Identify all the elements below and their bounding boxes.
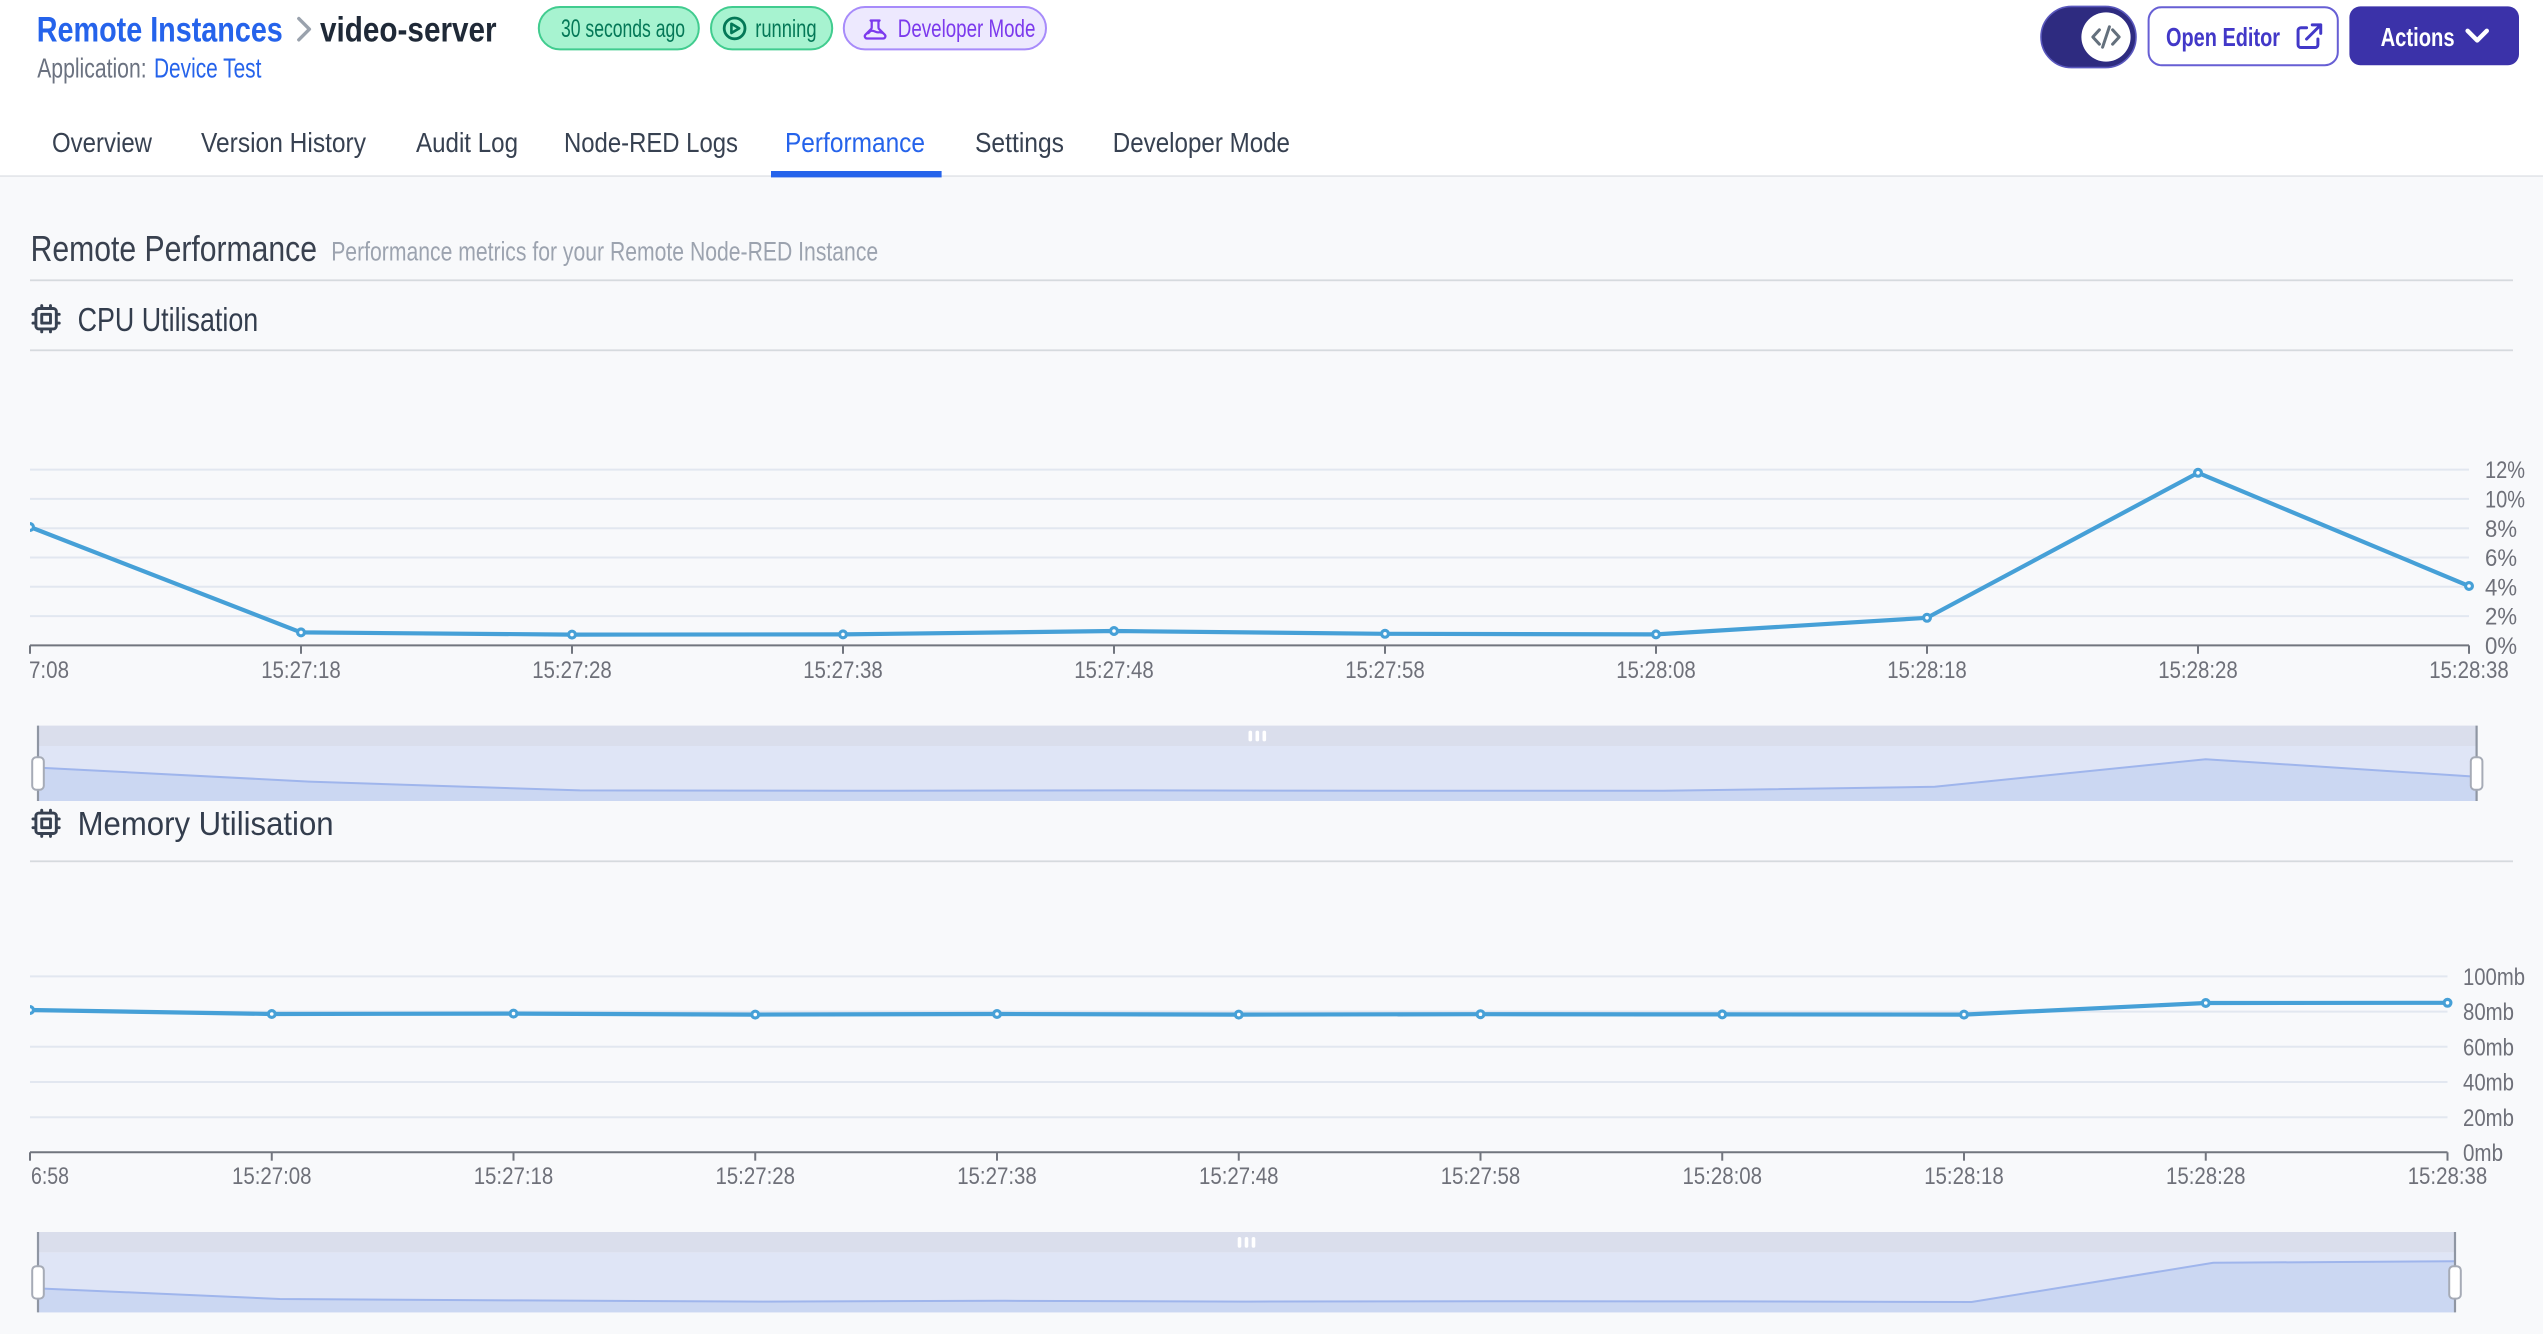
svg-text:12%: 12%: [2485, 457, 2525, 484]
svg-text:15:27:58: 15:27:58: [1441, 1163, 1521, 1190]
svg-text:Performance: Performance: [785, 127, 925, 158]
svg-text:7:08: 7:08: [29, 657, 69, 684]
svg-text:Remote Instances: Remote Instances: [37, 11, 283, 50]
svg-text:15:27:28: 15:27:28: [715, 1163, 795, 1190]
svg-text:10%: 10%: [2485, 487, 2525, 514]
svg-text:60mb: 60mb: [2463, 1034, 2514, 1061]
svg-text:30 seconds ago: 30 seconds ago: [561, 15, 685, 43]
svg-text:40mb: 40mb: [2463, 1070, 2514, 1097]
svg-text:15:27:28: 15:27:28: [532, 657, 612, 684]
svg-text:15:27:08: 15:27:08: [232, 1163, 312, 1190]
svg-text:15:28:18: 15:28:18: [1887, 657, 1967, 684]
svg-text:15:28:08: 15:28:08: [1616, 657, 1696, 684]
svg-text:15:27:38: 15:27:38: [957, 1163, 1037, 1190]
svg-text:20mb: 20mb: [2463, 1105, 2514, 1132]
svg-text:15:27:48: 15:27:48: [1199, 1163, 1279, 1190]
svg-text:15:28:18: 15:28:18: [1924, 1163, 2004, 1190]
svg-text:CPU Utilisation: CPU Utilisation: [78, 301, 259, 338]
svg-text:15:27:18: 15:27:18: [261, 657, 341, 684]
svg-text:15:28:38: 15:28:38: [2429, 657, 2509, 684]
svg-text:Device Test: Device Test: [154, 53, 262, 84]
svg-text:2%: 2%: [2485, 604, 2517, 631]
svg-text:Performance metrics for your R: Performance metrics for your Remote Node…: [331, 236, 878, 266]
svg-text:Developer Mode: Developer Mode: [898, 15, 1036, 43]
svg-text:15:27:48: 15:27:48: [1074, 657, 1154, 684]
svg-text:Developer Mode: Developer Mode: [1113, 127, 1290, 158]
svg-text:15:27:58: 15:27:58: [1345, 657, 1425, 684]
svg-text:Version History: Version History: [201, 127, 366, 158]
svg-text:100mb: 100mb: [2463, 964, 2525, 991]
svg-text:6%: 6%: [2485, 545, 2517, 572]
svg-text:Node-RED Logs: Node-RED Logs: [564, 127, 738, 158]
svg-text:Overview: Overview: [52, 127, 153, 158]
svg-text:8%: 8%: [2485, 516, 2517, 543]
svg-text:15:28:08: 15:28:08: [1682, 1163, 1762, 1190]
svg-text:80mb: 80mb: [2463, 999, 2514, 1026]
svg-text:15:28:28: 15:28:28: [2158, 657, 2238, 684]
svg-text:6:58: 6:58: [31, 1163, 69, 1190]
svg-text:Memory Utilisation: Memory Utilisation: [78, 805, 334, 842]
svg-text:video-server: video-server: [320, 11, 497, 50]
svg-text:15:28:38: 15:28:38: [2408, 1163, 2488, 1190]
svg-text:running: running: [755, 15, 816, 43]
svg-text:0%: 0%: [2485, 633, 2517, 660]
svg-text:4%: 4%: [2485, 574, 2517, 601]
svg-text:15:27:18: 15:27:18: [474, 1163, 554, 1190]
svg-text:15:28:28: 15:28:28: [2166, 1163, 2246, 1190]
svg-text:Settings: Settings: [975, 127, 1064, 158]
svg-text:Application:: Application:: [37, 53, 146, 84]
svg-text:Audit Log: Audit Log: [416, 127, 518, 158]
svg-text:Open Editor: Open Editor: [2166, 22, 2280, 52]
svg-text:15:27:38: 15:27:38: [803, 657, 883, 684]
svg-text:Remote Performance: Remote Performance: [31, 228, 317, 269]
svg-text:Actions: Actions: [2381, 22, 2455, 52]
